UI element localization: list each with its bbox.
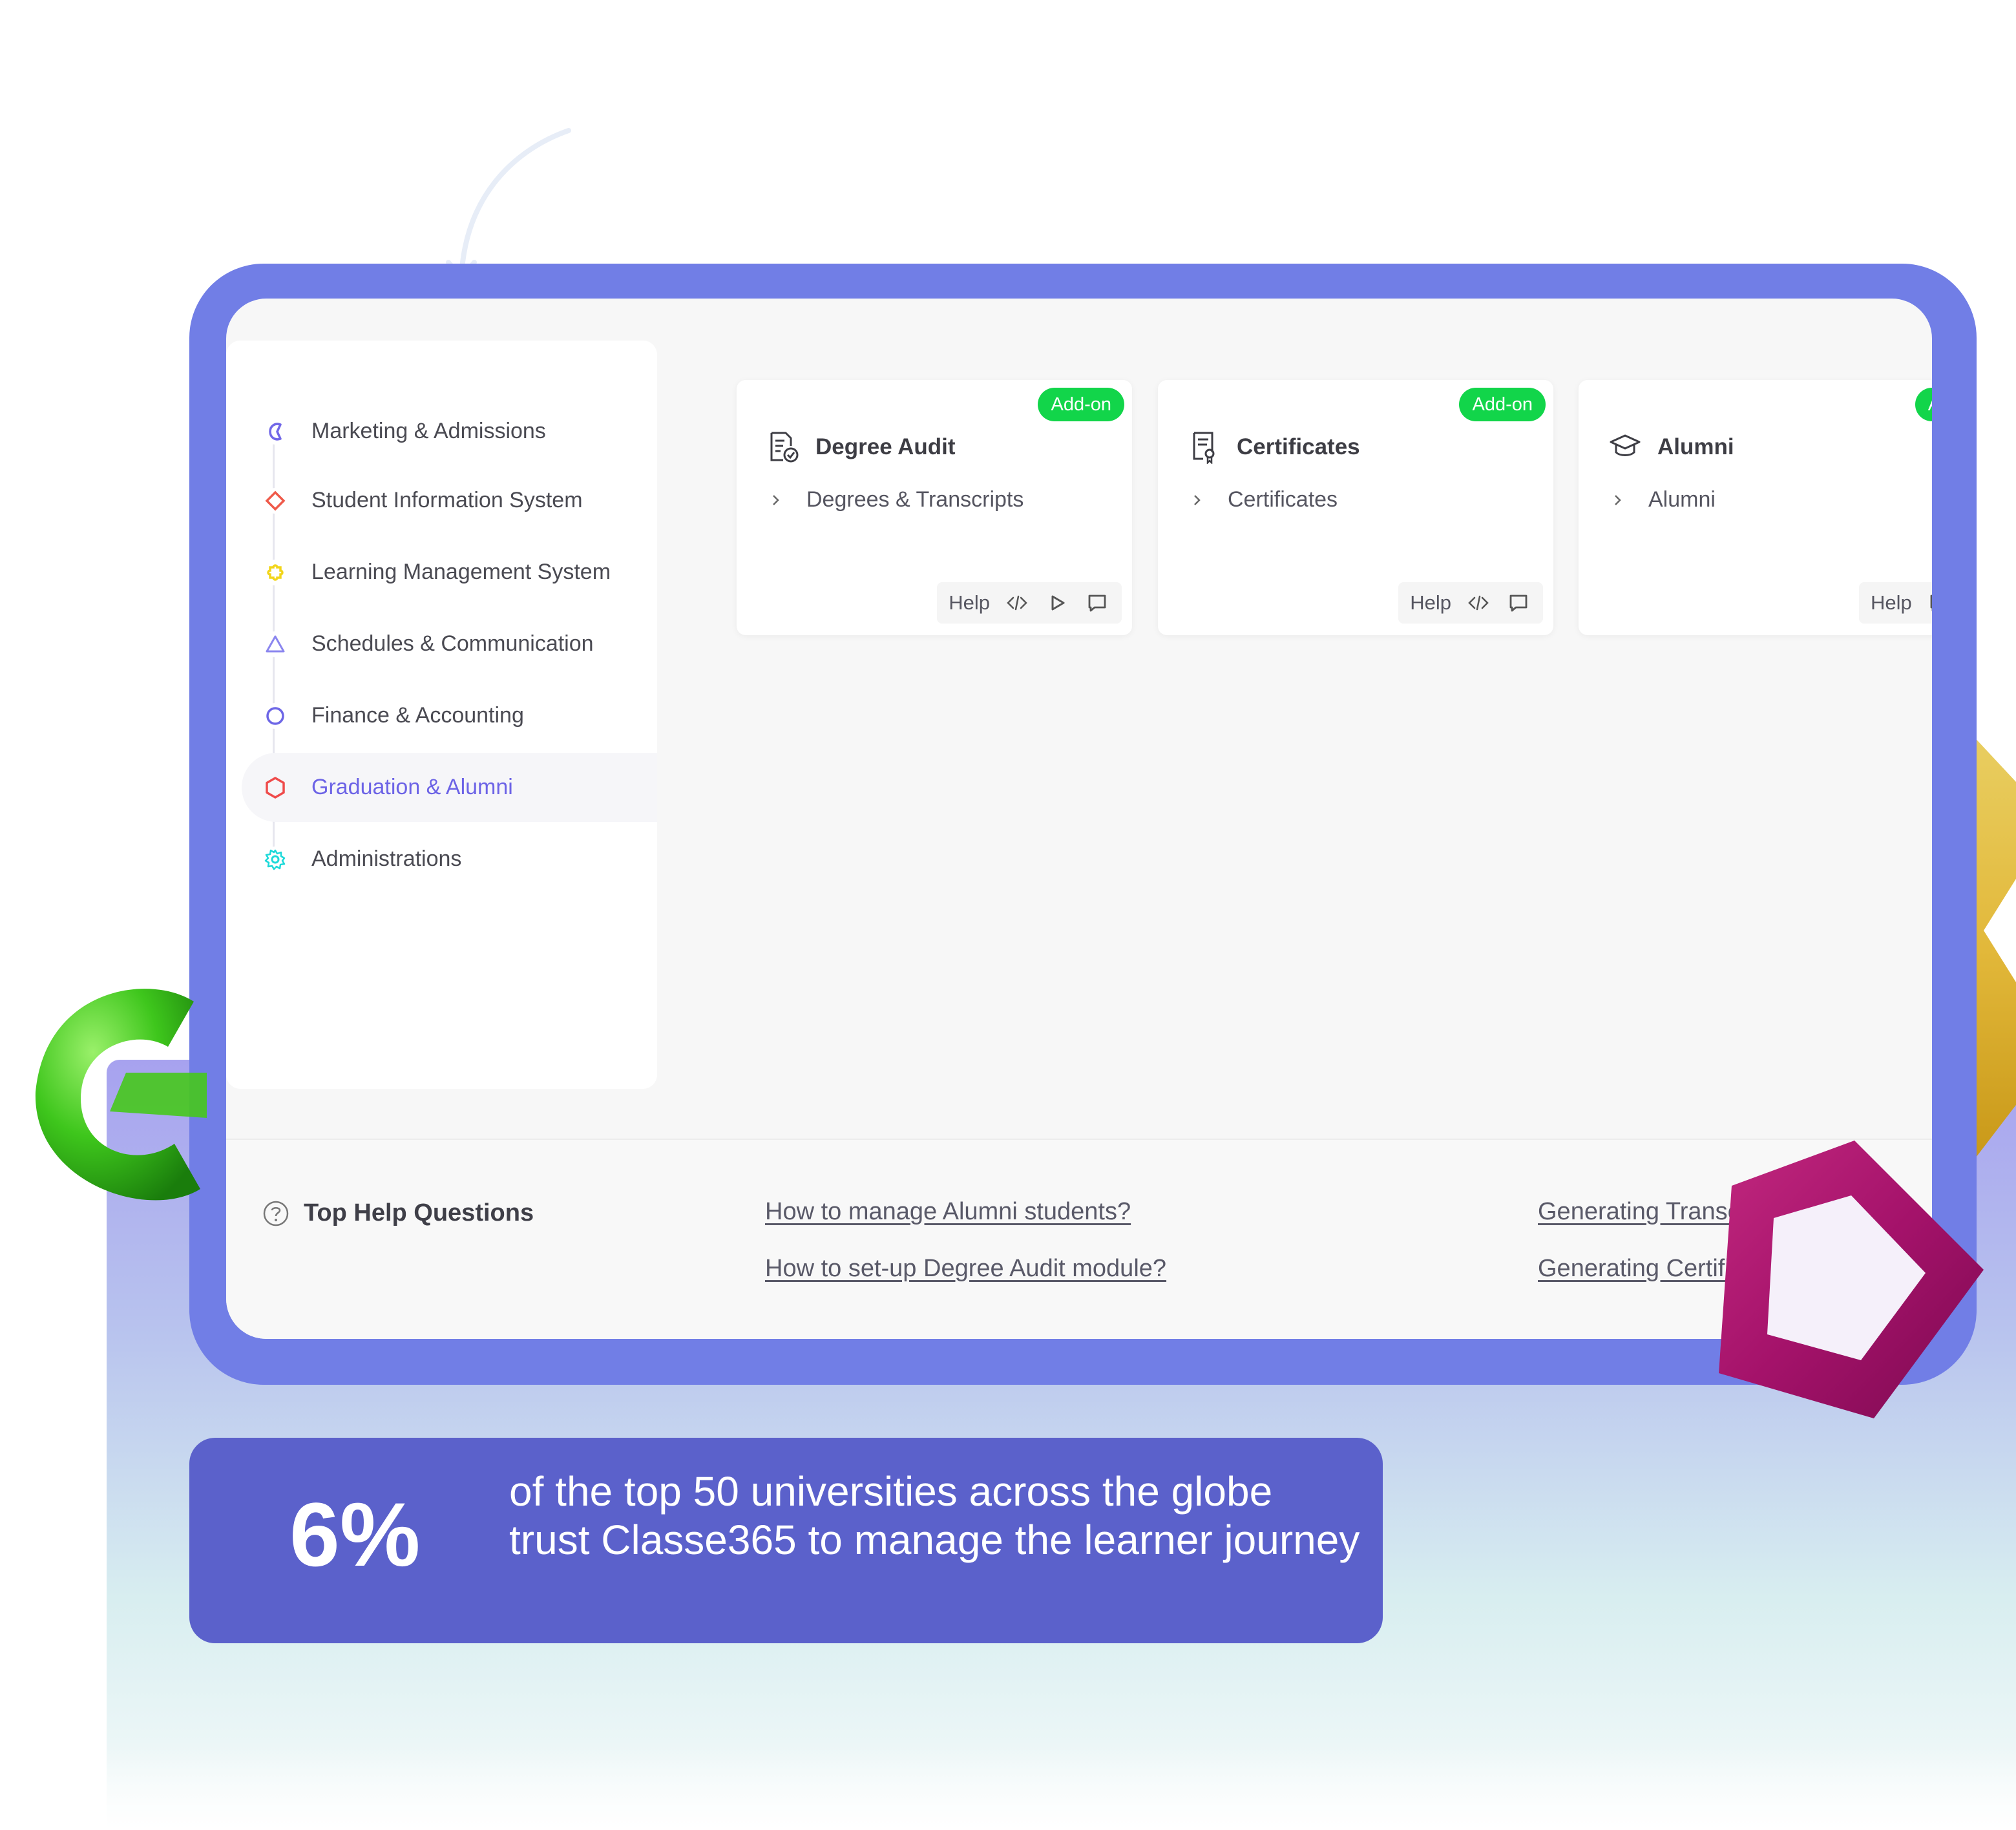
card-link-certificates[interactable]: Certificates: [1188, 487, 1338, 512]
sidebar-item-marketing-admissions[interactable]: Marketing & Admissions: [242, 397, 657, 466]
document-check-icon: [770, 432, 799, 463]
module-card-certificates[interactable]: Add-on Certificates Certificates Help: [1158, 380, 1553, 635]
certificate-icon: [1193, 432, 1215, 464]
code-icon[interactable]: [1465, 590, 1491, 616]
card-footer: Help: [1859, 582, 1932, 624]
module-card-degree-audit[interactable]: Add-on Degree Audit Degrees & Transcript…: [737, 380, 1132, 635]
chevron-right-icon: [1194, 494, 1201, 505]
add-on-badge: Add-on: [1459, 388, 1546, 421]
stat-number: 6%: [289, 1484, 421, 1585]
card-link-label: Alumni: [1648, 487, 1716, 512]
card-title: Certificates: [1237, 434, 1360, 459]
sidebar-item-schedules-communication[interactable]: Schedules & Communication: [242, 609, 657, 678]
sidebar-item-label: Finance & Accounting: [311, 703, 524, 728]
card-title: Alumni: [1657, 434, 1734, 459]
add-on-badge: Add-on: [1038, 388, 1124, 421]
card-link-label: Certificates: [1228, 487, 1338, 512]
add-on-badge: Add-: [1915, 388, 1932, 421]
chevron-right-icon: [773, 494, 779, 505]
triangle-icon: [262, 631, 288, 657]
c-logo-icon: [262, 418, 288, 445]
sidebar-item-student-information-system[interactable]: Student Information System: [242, 466, 657, 535]
sidebar-item-label: Learning Management System: [311, 560, 611, 584]
code-icon[interactable]: [1004, 590, 1030, 616]
puzzle-icon: [262, 559, 288, 585]
help-link-setup-degree-audit[interactable]: How to set-up Degree Audit module?: [765, 1255, 1166, 1283]
sidebar-item-label: Graduation & Alumni: [311, 775, 513, 799]
help-link-manage-alumni[interactable]: How to manage Alumni students?: [765, 1198, 1131, 1226]
help-section: Top Help Questions How to manage Alumni …: [226, 1139, 1932, 1339]
sidebar-item-learning-management-system[interactable]: Learning Management System: [242, 538, 657, 607]
green-3d-ring: [35, 989, 207, 1201]
card-link-alumni[interactable]: Alumni: [1608, 487, 1716, 512]
card-title: Degree Audit: [815, 434, 956, 459]
chat-icon[interactable]: [1926, 590, 1932, 616]
sidebar: Marketing & Admissions Student Informati…: [226, 341, 657, 1089]
chevron-right-icon: [1615, 494, 1621, 505]
help-button[interactable]: Help: [949, 591, 990, 615]
sidebar-item-administrations[interactable]: Administrations: [242, 825, 657, 894]
card-link-label: Degrees & Transcripts: [806, 487, 1024, 512]
stat-banner: 6% of the top 50 universities across the…: [189, 1438, 1383, 1643]
help-section-title: Top Help Questions: [262, 1199, 534, 1227]
hexagon-icon: [262, 774, 288, 801]
diamond-icon: [262, 487, 288, 514]
sidebar-item-label: Administrations: [311, 847, 462, 871]
magenta-3d-pentagon: [1719, 1141, 1984, 1418]
background-fade: [0, 1745, 2016, 1830]
card-footer: Help: [937, 582, 1122, 624]
card-link-degrees-transcripts[interactable]: Degrees & Transcripts: [766, 487, 1024, 512]
module-card-alumni[interactable]: Add- Alumni Alumni Help: [1579, 380, 1932, 635]
graduation-cap-icon: [1610, 434, 1641, 456]
circle-icon: [262, 702, 288, 729]
sidebar-item-label: Student Information System: [311, 488, 583, 512]
sidebar-item-finance-accounting[interactable]: Finance & Accounting: [242, 681, 657, 750]
help-title-label: Top Help Questions: [304, 1199, 534, 1226]
help-button[interactable]: Help: [1410, 591, 1451, 615]
chat-icon[interactable]: [1084, 590, 1110, 616]
stat-description: of the top 50 universities across the gl…: [509, 1468, 1360, 1563]
app-screen: Marketing & Admissions Student Informati…: [226, 299, 1932, 1339]
help-button[interactable]: Help: [1871, 591, 1912, 615]
chat-icon[interactable]: [1506, 590, 1531, 616]
play-icon[interactable]: [1044, 590, 1070, 616]
card-footer: Help: [1398, 582, 1543, 624]
sidebar-item-label: Schedules & Communication: [311, 631, 594, 656]
question-circle-icon: [263, 1201, 289, 1226]
sidebar-item-label: Marketing & Admissions: [311, 419, 546, 443]
gear-icon: [262, 846, 288, 872]
sidebar-item-graduation-alumni[interactable]: Graduation & Alumni: [242, 753, 657, 822]
